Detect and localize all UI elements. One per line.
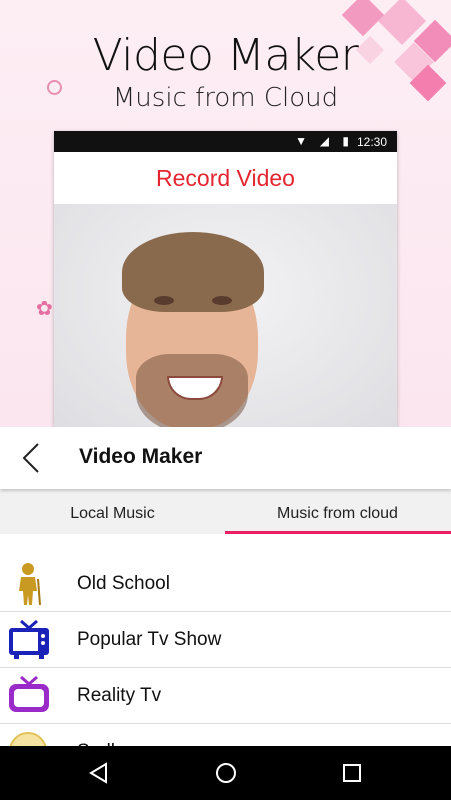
nav-home-icon[interactable] (214, 761, 238, 785)
promo-subheadline: Music from Cloud (112, 83, 339, 113)
system-nav-bar (0, 746, 451, 800)
record-video-title: Record Video (54, 152, 397, 204)
signal-icon: ◢ (319, 134, 329, 148)
list-item-old-school[interactable]: Old School (0, 556, 451, 612)
promo-banner: ✿ Video Maker Music from Cloud ▼ ◢ ▮ 12:… (0, 0, 451, 427)
list-item-label: Old School (77, 573, 170, 594)
tab-bar: Local Music Music from cloud (0, 489, 451, 534)
tab-local-music[interactable]: Local Music (0, 489, 225, 534)
smiling-man-photo (54, 204, 397, 427)
nav-recents-icon[interactable] (340, 761, 364, 785)
page-title: Video Maker (79, 445, 203, 468)
chevron-left-icon[interactable] (18, 441, 48, 475)
promo-headline: Video Maker (92, 30, 359, 81)
battery-icon: ▮ (342, 134, 349, 148)
status-time: 12:30 (356, 135, 387, 149)
list-item-reality-tv[interactable]: Reality Tv (0, 668, 451, 724)
music-sheet: Video Maker Local Music Music from cloud… (0, 427, 451, 754)
tv-icon (9, 619, 49, 659)
phone-mockup: ▼ ◢ ▮ 12:30 Record Video (54, 131, 397, 427)
flower-icon: ✿ (36, 298, 53, 320)
phone-status-bar: ▼ ◢ ▮ 12:30 (54, 131, 397, 152)
list-item-label: Popular Tv Show (77, 629, 222, 650)
list-item-popular-tv-show[interactable]: Popular Tv Show (0, 612, 451, 668)
app-bar: Video Maker (0, 427, 451, 489)
tv-icon (9, 675, 49, 712)
nav-back-icon[interactable] (87, 761, 111, 785)
category-list: Old School Popular Tv Show Reality Tv (0, 556, 451, 754)
tab-music-from-cloud[interactable]: Music from cloud (225, 489, 451, 534)
old-man-icon (19, 563, 41, 606)
wifi-icon: ▼ (295, 134, 307, 148)
list-item-label: Reality Tv (77, 685, 162, 706)
